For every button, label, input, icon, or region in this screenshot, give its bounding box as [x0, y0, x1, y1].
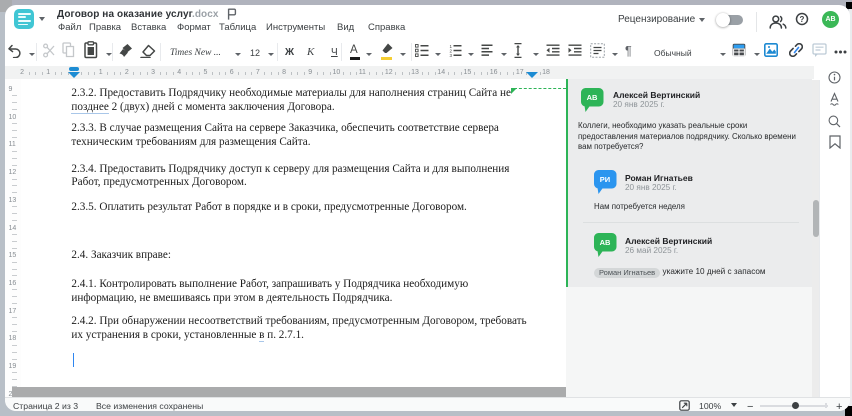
svg-text:3: 3: [449, 53, 452, 57]
svg-text:?: ?: [800, 15, 805, 24]
